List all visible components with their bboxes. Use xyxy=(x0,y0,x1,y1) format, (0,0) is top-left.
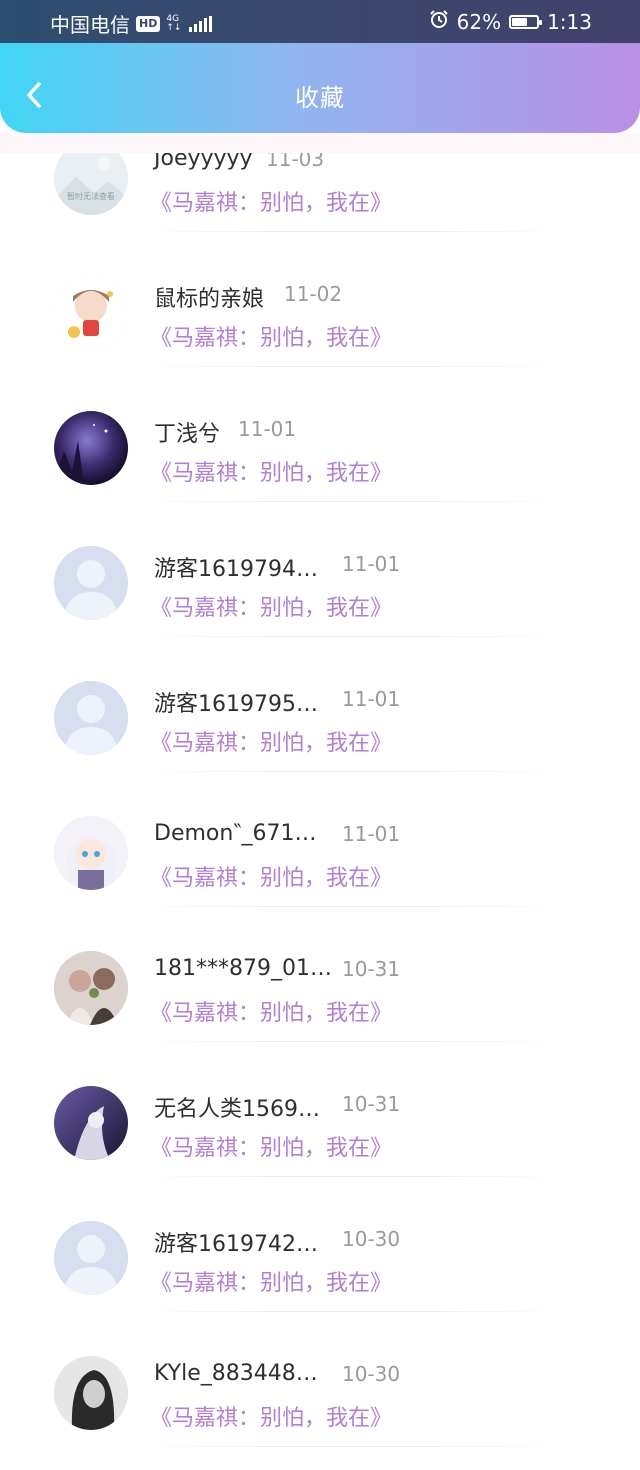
user-avatar[interactable] xyxy=(54,1086,128,1160)
favorite-list-item[interactable]: 181***879_01… 10-31 《马嘉祺：别怕，我在》 xyxy=(0,930,640,1065)
work-title-link[interactable]: 《马嘉祺：别怕，我在》 xyxy=(150,455,392,487)
work-title-link[interactable]: 《马嘉祺：别怕，我在》 xyxy=(150,185,392,217)
row-divider xyxy=(140,636,560,637)
alarm-clock-icon xyxy=(429,9,449,34)
row-divider xyxy=(140,771,560,772)
row-divider xyxy=(140,1446,560,1447)
list-top-shade xyxy=(0,133,640,153)
carrier-label: 中国电信 xyxy=(50,13,130,37)
favorite-date: 11-01 xyxy=(342,687,401,711)
battery-icon xyxy=(509,14,543,29)
work-title-link[interactable]: 《马嘉祺：别怕，我在》 xyxy=(150,860,392,892)
favorite-list-item[interactable]: KYle_883448… 10-30 《马嘉祺：别怕，我在》 xyxy=(0,1335,640,1470)
favorite-list-item[interactable]: 丁浅兮 11-01 《马嘉祺：别怕，我在》 xyxy=(0,390,640,525)
row-divider xyxy=(140,906,560,907)
user-name[interactable]: 游客1619794… xyxy=(154,551,318,583)
user-avatar[interactable] xyxy=(54,951,128,1025)
network-activity-label: ↑↓ xyxy=(166,22,182,33)
favorite-list-item[interactable]: 游客1619742… 10-30 《马嘉祺：别怕，我在》 xyxy=(0,1200,640,1335)
row-divider xyxy=(140,1176,560,1177)
work-title-link[interactable]: 《马嘉祺：别怕，我在》 xyxy=(150,590,392,622)
work-title-link[interactable]: 《马嘉祺：别怕，我在》 xyxy=(150,1265,392,1297)
user-name[interactable]: 游客1619795… xyxy=(154,686,318,718)
user-avatar[interactable] xyxy=(54,276,128,350)
work-title-link[interactable]: 《马嘉祺：别怕，我在》 xyxy=(150,725,392,757)
signal-icon xyxy=(189,15,213,32)
avatar-placeholder-text: 暂时无法查看 xyxy=(67,192,115,201)
row-divider xyxy=(140,366,560,367)
favorite-date: 10-31 xyxy=(342,1092,401,1116)
row-divider xyxy=(140,1311,560,1312)
favorite-date: 11-01 xyxy=(342,822,401,846)
hd-badge: HD xyxy=(136,15,161,32)
favorite-date: 11-01 xyxy=(238,417,297,441)
work-title-link[interactable]: 《马嘉祺：别怕，我在》 xyxy=(150,1130,392,1162)
row-divider xyxy=(140,1041,560,1042)
user-avatar[interactable] xyxy=(54,546,128,620)
favorite-list-item[interactable]: 游客1619795… 11-01 《马嘉祺：别怕，我在》 xyxy=(0,660,640,795)
user-avatar[interactable] xyxy=(54,1356,128,1430)
favorite-date: 10-30 xyxy=(342,1362,401,1386)
favorite-list-item[interactable]: 无名人类1569… 10-31 《马嘉祺：别怕，我在》 xyxy=(0,1065,640,1200)
favorite-date: 10-31 xyxy=(342,957,401,981)
battery-percent: 62% xyxy=(456,9,502,34)
user-name[interactable]: 丁浅兮 xyxy=(154,416,220,448)
user-name[interactable]: Demon‶_671… xyxy=(154,821,317,846)
work-title-link[interactable]: 《马嘉祺：别怕，我在》 xyxy=(150,1400,392,1432)
user-name[interactable]: 鼠标的亲娘 xyxy=(154,281,264,313)
work-title-link[interactable]: 《马嘉祺：别怕，我在》 xyxy=(150,995,392,1027)
page-title: 收藏 xyxy=(295,84,345,112)
user-name[interactable]: KYle_883448… xyxy=(154,1361,318,1386)
status-bar: 中国电信 HD 4G ↑↓ 62% 1:13 xyxy=(0,0,640,43)
row-divider xyxy=(140,501,560,502)
user-name[interactable]: 181***879_01… xyxy=(154,956,332,981)
work-title-link[interactable]: 《马嘉祺：别怕，我在》 xyxy=(150,320,392,352)
favorite-list-item[interactable]: 鼠标的亲娘 11-02 《马嘉祺：别怕，我在》 xyxy=(0,255,640,390)
favorite-date: 10-30 xyxy=(342,1227,401,1251)
favorite-date: 11-02 xyxy=(284,282,343,306)
user-avatar[interactable] xyxy=(54,1221,128,1295)
user-name[interactable]: 无名人类1569… xyxy=(154,1091,320,1123)
favorite-list-item[interactable]: Demon‶_671… 11-01 《马嘉祺：别怕，我在》 xyxy=(0,795,640,930)
user-name[interactable]: 游客1619742… xyxy=(154,1226,318,1258)
user-avatar[interactable] xyxy=(54,681,128,755)
favorite-list-item[interactable]: 游客1619794… 11-01 《马嘉祺：别怕，我在》 xyxy=(0,525,640,660)
network-type-icon: 4G ↑↓ xyxy=(166,14,182,33)
row-divider xyxy=(140,231,560,232)
user-avatar[interactable] xyxy=(54,411,128,485)
favorite-date: 11-01 xyxy=(342,552,401,576)
clock-time: 1:13 xyxy=(547,9,592,34)
user-avatar[interactable] xyxy=(54,816,128,890)
